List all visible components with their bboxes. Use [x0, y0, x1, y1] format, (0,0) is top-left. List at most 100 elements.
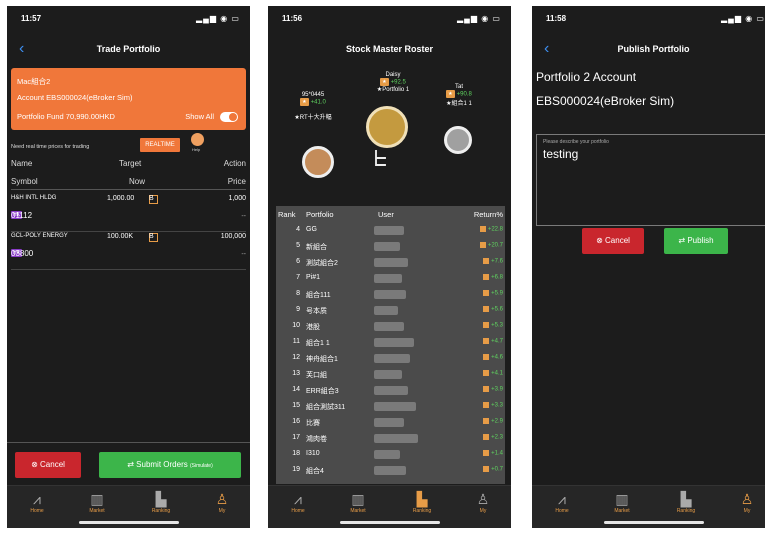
show-all-toggle[interactable] — [220, 112, 238, 122]
return-value: +5.9 — [483, 290, 503, 297]
rank: 9 — [296, 306, 300, 313]
stock-code: 01112 — [11, 211, 33, 220]
status-time: 11:56 — [282, 14, 303, 23]
tab-market[interactable]: ▥ Market — [602, 490, 642, 514]
signal-icon: ▂▄▆ ◉ ▭ — [721, 14, 765, 23]
leaderboard-row[interactable]: 13 芙口組 +4.1 — [276, 368, 505, 382]
order-price: 100,000 — [220, 233, 246, 240]
page-title: Publish Portfolio — [617, 44, 690, 54]
col-portfolio: Portfolio — [306, 210, 334, 219]
return-value: +2.9 — [483, 418, 503, 425]
coin-icon — [483, 418, 490, 424]
realtime-note: Need real time prices for trading — [11, 144, 90, 150]
coin-icon — [483, 274, 490, 280]
rank: 14 — [292, 386, 300, 393]
trade-portfolio-screen: 11:57 ▂▄▆ ◉ ▭ ‹ Trade Portfolio Mac組合2 A… — [7, 6, 250, 528]
portfolio-name: ERR組合3 — [306, 388, 339, 395]
swap-icon: ⇄ — [127, 460, 134, 469]
publish-button[interactable]: ⇄ Publish — [664, 228, 728, 254]
podium-second[interactable]: 95*0445 ★ +41.0 ★RT十大升幅 — [288, 92, 338, 121]
qty-suffix: B — [149, 195, 154, 202]
tab-label: Ranking — [676, 508, 696, 514]
coin-icon — [483, 258, 490, 264]
page-title: Trade Portfolio — [96, 44, 161, 54]
tab-market[interactable]: ▥ Market — [338, 490, 378, 514]
podium-portfolio: ★組合1 1 — [446, 101, 472, 107]
rank: 18 — [292, 450, 300, 457]
leaderboard-row[interactable]: 6 測試組合2 +7.6 — [276, 256, 505, 270]
realtime-button[interactable]: REALTIME — [140, 138, 180, 152]
account-id: EBS000024(eBroker Sim) — [536, 94, 675, 108]
leaderboard-row[interactable]: 17 鴻肉卷 +2.3 — [276, 432, 505, 446]
col-rank: Rank — [278, 210, 296, 219]
rank: 15 — [292, 402, 300, 409]
tab-ranking[interactable]: ▙ Ranking — [141, 490, 181, 514]
return-value: +0.7 — [483, 466, 503, 473]
target-qty: 1,000.00 — [107, 195, 135, 202]
tab-label: My — [479, 508, 487, 514]
tab-home[interactable]: ⩘ Home — [278, 490, 318, 514]
rank: 5 — [296, 242, 300, 249]
coin-icon — [483, 450, 490, 456]
submit-orders-button[interactable]: ⇄ Submit Orders (Simulate) — [99, 452, 241, 478]
blurred-user — [374, 226, 404, 235]
portfolio-name: I310 — [306, 450, 320, 457]
help-icon[interactable] — [191, 133, 204, 146]
tab-label: Home — [291, 508, 305, 514]
return-text: +3.9 — [491, 386, 503, 393]
table-row[interactable]: H&H INTL HLDG 1,000.00 B 1,000 HK 01112 -… — [11, 195, 246, 232]
portfolio-name: 組合111 — [306, 292, 331, 299]
target-qty: 100.00K — [107, 233, 134, 240]
publish-portfolio-screen: 11:58 ▂▄▆ ◉ ▭ ‹ Publish Portfolio Portfo… — [532, 6, 765, 528]
leaderboard-row[interactable]: 4 GG +22.8 — [276, 224, 505, 238]
coin-icon — [483, 290, 490, 296]
return-text: +0.7 — [491, 466, 503, 473]
return-text: +4.1 — [491, 370, 503, 377]
chart-icon: ▥ — [351, 491, 365, 507]
podium-first[interactable]: Daisy ★ +92.5 ★Portfolio 1 — [363, 72, 423, 93]
return-text: +3.3 — [491, 402, 503, 409]
tab-home[interactable]: ⩘ Home — [542, 490, 582, 514]
leaderboard-row[interactable]: 12 神舟組合1 +4.6 — [276, 352, 505, 366]
leaderboard-row[interactable]: 9 号本质 +5.6 — [276, 304, 505, 318]
podium-third[interactable]: Tat ★ +90.8 ★組合1 1 — [434, 84, 484, 107]
silver-trophy-icon — [444, 126, 472, 154]
divider — [7, 442, 250, 443]
cancel-button[interactable]: ⊗ Cancel — [582, 228, 644, 254]
col-target: Target — [119, 159, 142, 168]
return-text: +2.3 — [491, 434, 503, 441]
blurred-user — [374, 434, 418, 443]
leaderboard-row[interactable]: 14 ERR組合3 +3.9 — [276, 384, 505, 398]
tab-market[interactable]: ▥ Market — [77, 490, 117, 514]
tab-my[interactable]: ♙ My — [727, 490, 765, 514]
blurred-user — [374, 450, 400, 459]
leaderboard-row[interactable]: 8 組合111 +5.9 — [276, 288, 505, 302]
leaderboard-row[interactable]: 18 I310 +1.4 — [276, 448, 505, 462]
table-subheader: Symbol Now Price — [11, 177, 246, 190]
return-value: +4.6 — [483, 354, 503, 361]
tab-ranking[interactable]: ▙ Ranking — [666, 490, 706, 514]
back-icon[interactable]: ‹ — [544, 40, 549, 58]
leaderboard-row[interactable]: 7 Pi#1 +6.8 — [276, 272, 505, 286]
cancel-label: Cancel — [605, 236, 630, 245]
tab-my[interactable]: ♙ My — [463, 490, 503, 514]
leaderboard-row[interactable]: 10 港股 +5.3 — [276, 320, 505, 334]
leaderboard-row[interactable]: 19 組合4 +0.7 — [276, 464, 505, 478]
leaderboard-row[interactable]: 15 組合測試311 +3.3 — [276, 400, 505, 414]
blurred-user — [374, 418, 404, 427]
tab-label: My — [218, 508, 226, 514]
rank: 7 — [296, 274, 300, 281]
table-row[interactable]: GCL-POLY ENERGY 100.00K B 100,000 HK 0380… — [11, 233, 246, 270]
description-input[interactable]: Please describe your portfolio testing — [536, 134, 765, 226]
tab-my[interactable]: ♙ My — [202, 490, 242, 514]
return-value: +5.6 — [483, 306, 503, 313]
leaderboard-row[interactable]: 16 比賽 +2.9 — [276, 416, 505, 430]
status-bar: 11:58 ▂▄▆ ◉ ▭ — [532, 12, 765, 26]
back-icon[interactable]: ‹ — [19, 40, 24, 58]
leaderboard-row[interactable]: 5 新組合 +20.7 — [276, 240, 505, 254]
tab-ranking[interactable]: ▙ Ranking — [402, 490, 442, 514]
cancel-button[interactable]: ⊗ Cancel — [15, 452, 81, 478]
portfolio-name: 測試組合2 — [306, 260, 338, 267]
tab-home[interactable]: ⩘ Home — [17, 490, 57, 514]
leaderboard-row[interactable]: 11 組合1 1 +4.7 — [276, 336, 505, 350]
